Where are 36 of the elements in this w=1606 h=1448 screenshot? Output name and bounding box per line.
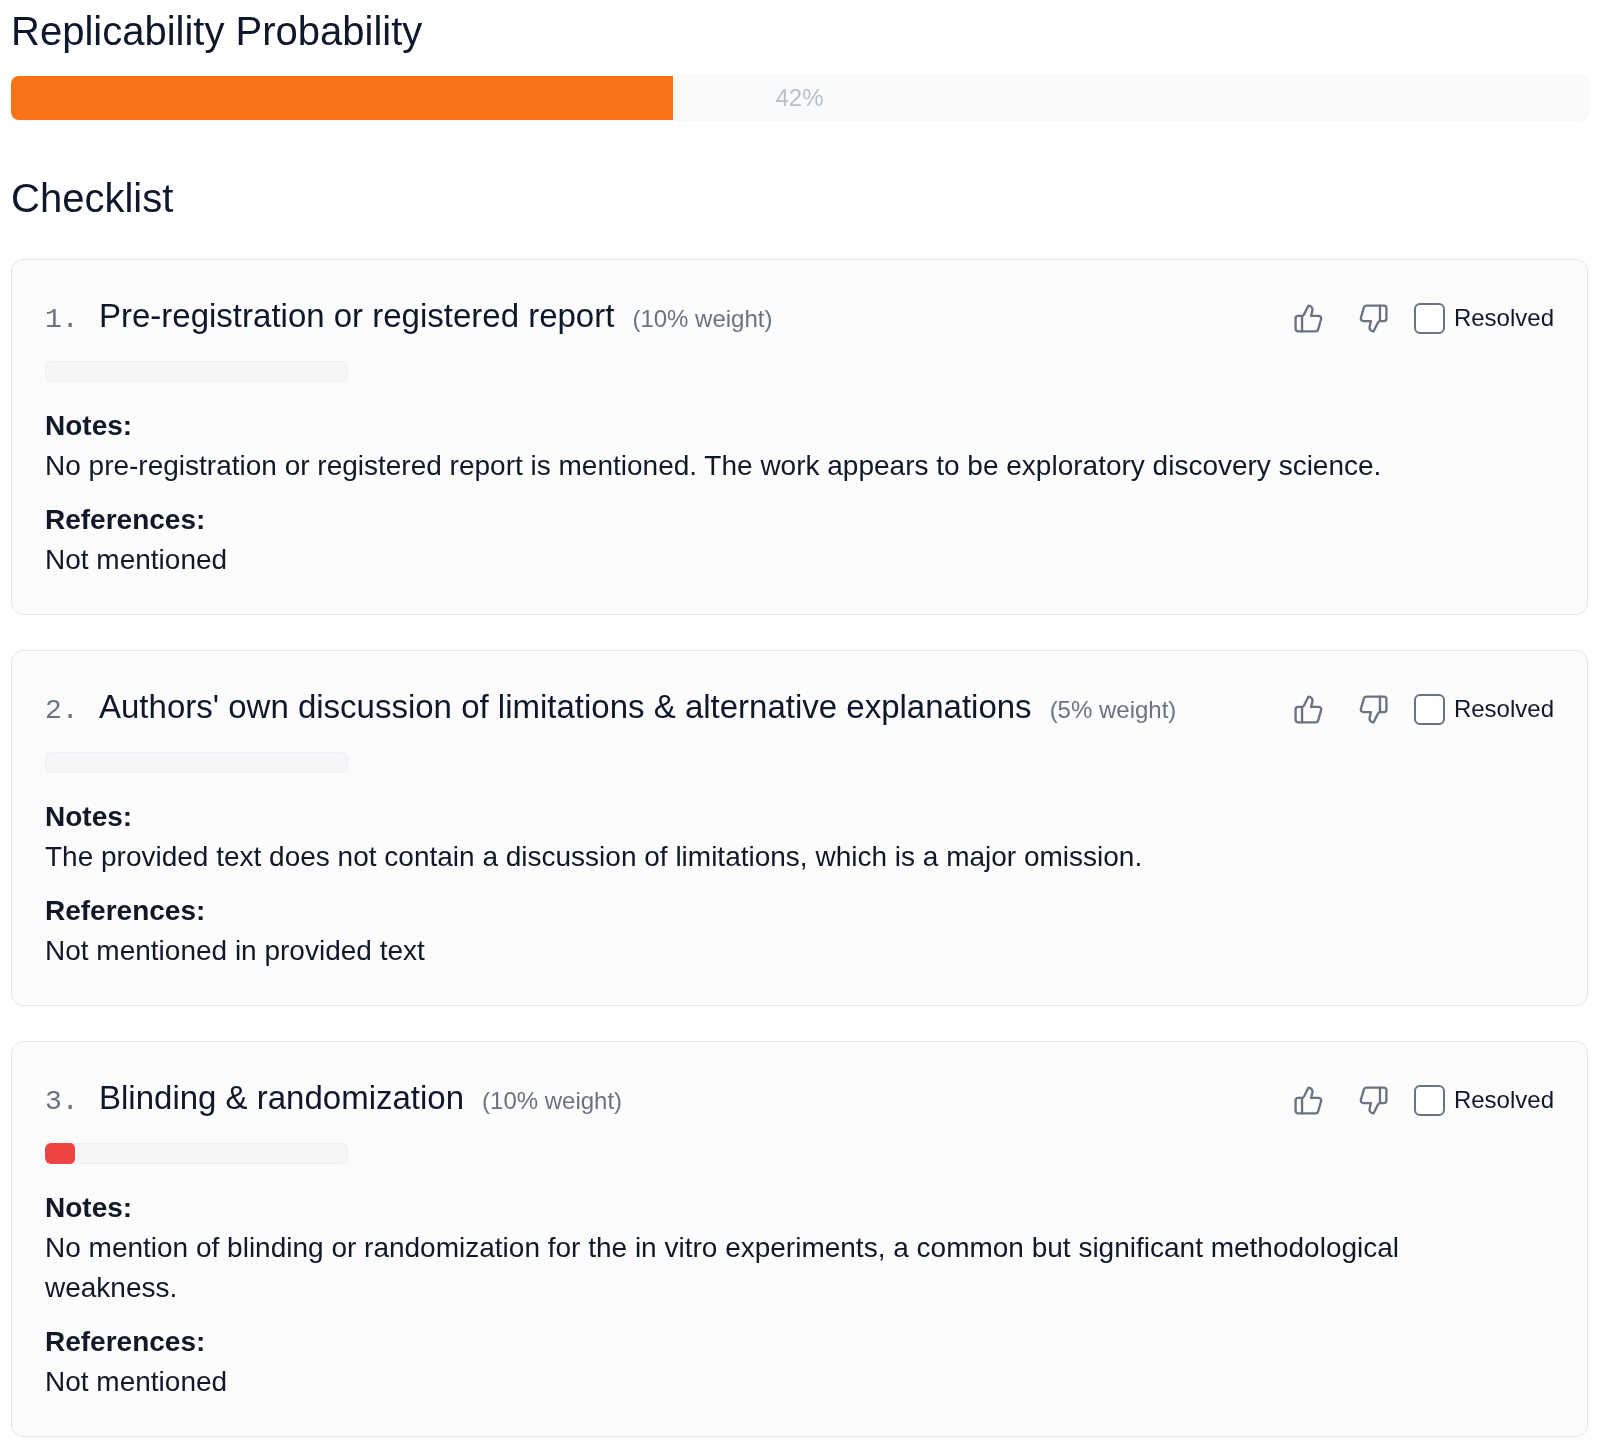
notes-label: Notes: xyxy=(45,800,134,834)
checklist-heading: Checklist xyxy=(11,175,175,222)
thumbs-up-icon[interactable] xyxy=(1293,1084,1325,1116)
references-text: Not mentioned xyxy=(45,1365,229,1399)
probability-value: 42% xyxy=(775,83,824,113)
thumbs-down-icon[interactable] xyxy=(1358,693,1390,725)
resolved-label[interactable]: Resolved xyxy=(1453,689,1554,729)
resolved-checkbox[interactable] xyxy=(1413,1084,1445,1116)
resolved-checkbox[interactable] xyxy=(1413,302,1445,334)
notes-label: Notes: xyxy=(45,1191,134,1225)
notes-text: No pre-registration or registered report is mentioned. The work appears to be exploratory discovery science. xyxy=(45,449,1383,483)
references-text: Not mentioned xyxy=(45,543,229,577)
item-weight: (10% weight) xyxy=(482,1086,623,1116)
references-label: References: xyxy=(45,894,207,928)
references-label: References: xyxy=(45,503,207,537)
item-number: 2. xyxy=(45,694,80,728)
notes-text: The provided text does not contain a discussion of limitations, which is a major omission. xyxy=(45,840,1144,874)
item-number: 3. xyxy=(45,1085,80,1119)
references-label: References: xyxy=(45,1325,207,1359)
item-title: Pre-registration or registered report xyxy=(99,296,615,336)
thumbs-up-icon[interactable] xyxy=(1293,693,1325,725)
item-title: Blinding & randomization xyxy=(99,1078,465,1118)
item-weight: (10% weight) xyxy=(632,304,773,334)
item-weight: (5% weight) xyxy=(1049,695,1177,725)
thumbs-down-icon[interactable] xyxy=(1358,1084,1390,1116)
resolved-label[interactable]: Resolved xyxy=(1453,298,1554,338)
resolved-label[interactable]: Resolved xyxy=(1453,1080,1554,1120)
notes-text: No mention of blinding or randomization for the in vitro experiments, a common but significant methodological weakness. xyxy=(45,1231,1401,1305)
notes-label: Notes: xyxy=(45,409,134,443)
item-title: Authors' own discussion of limitations & alternative explanations xyxy=(99,687,1032,727)
page-title: Replicability Probability xyxy=(11,8,424,55)
thumbs-down-icon[interactable] xyxy=(1358,302,1390,334)
thumbs-up-icon[interactable] xyxy=(1293,302,1325,334)
resolved-checkbox[interactable] xyxy=(1413,693,1445,725)
references-text: Not mentioned in provided text xyxy=(45,934,426,968)
item-number: 1. xyxy=(45,303,80,337)
